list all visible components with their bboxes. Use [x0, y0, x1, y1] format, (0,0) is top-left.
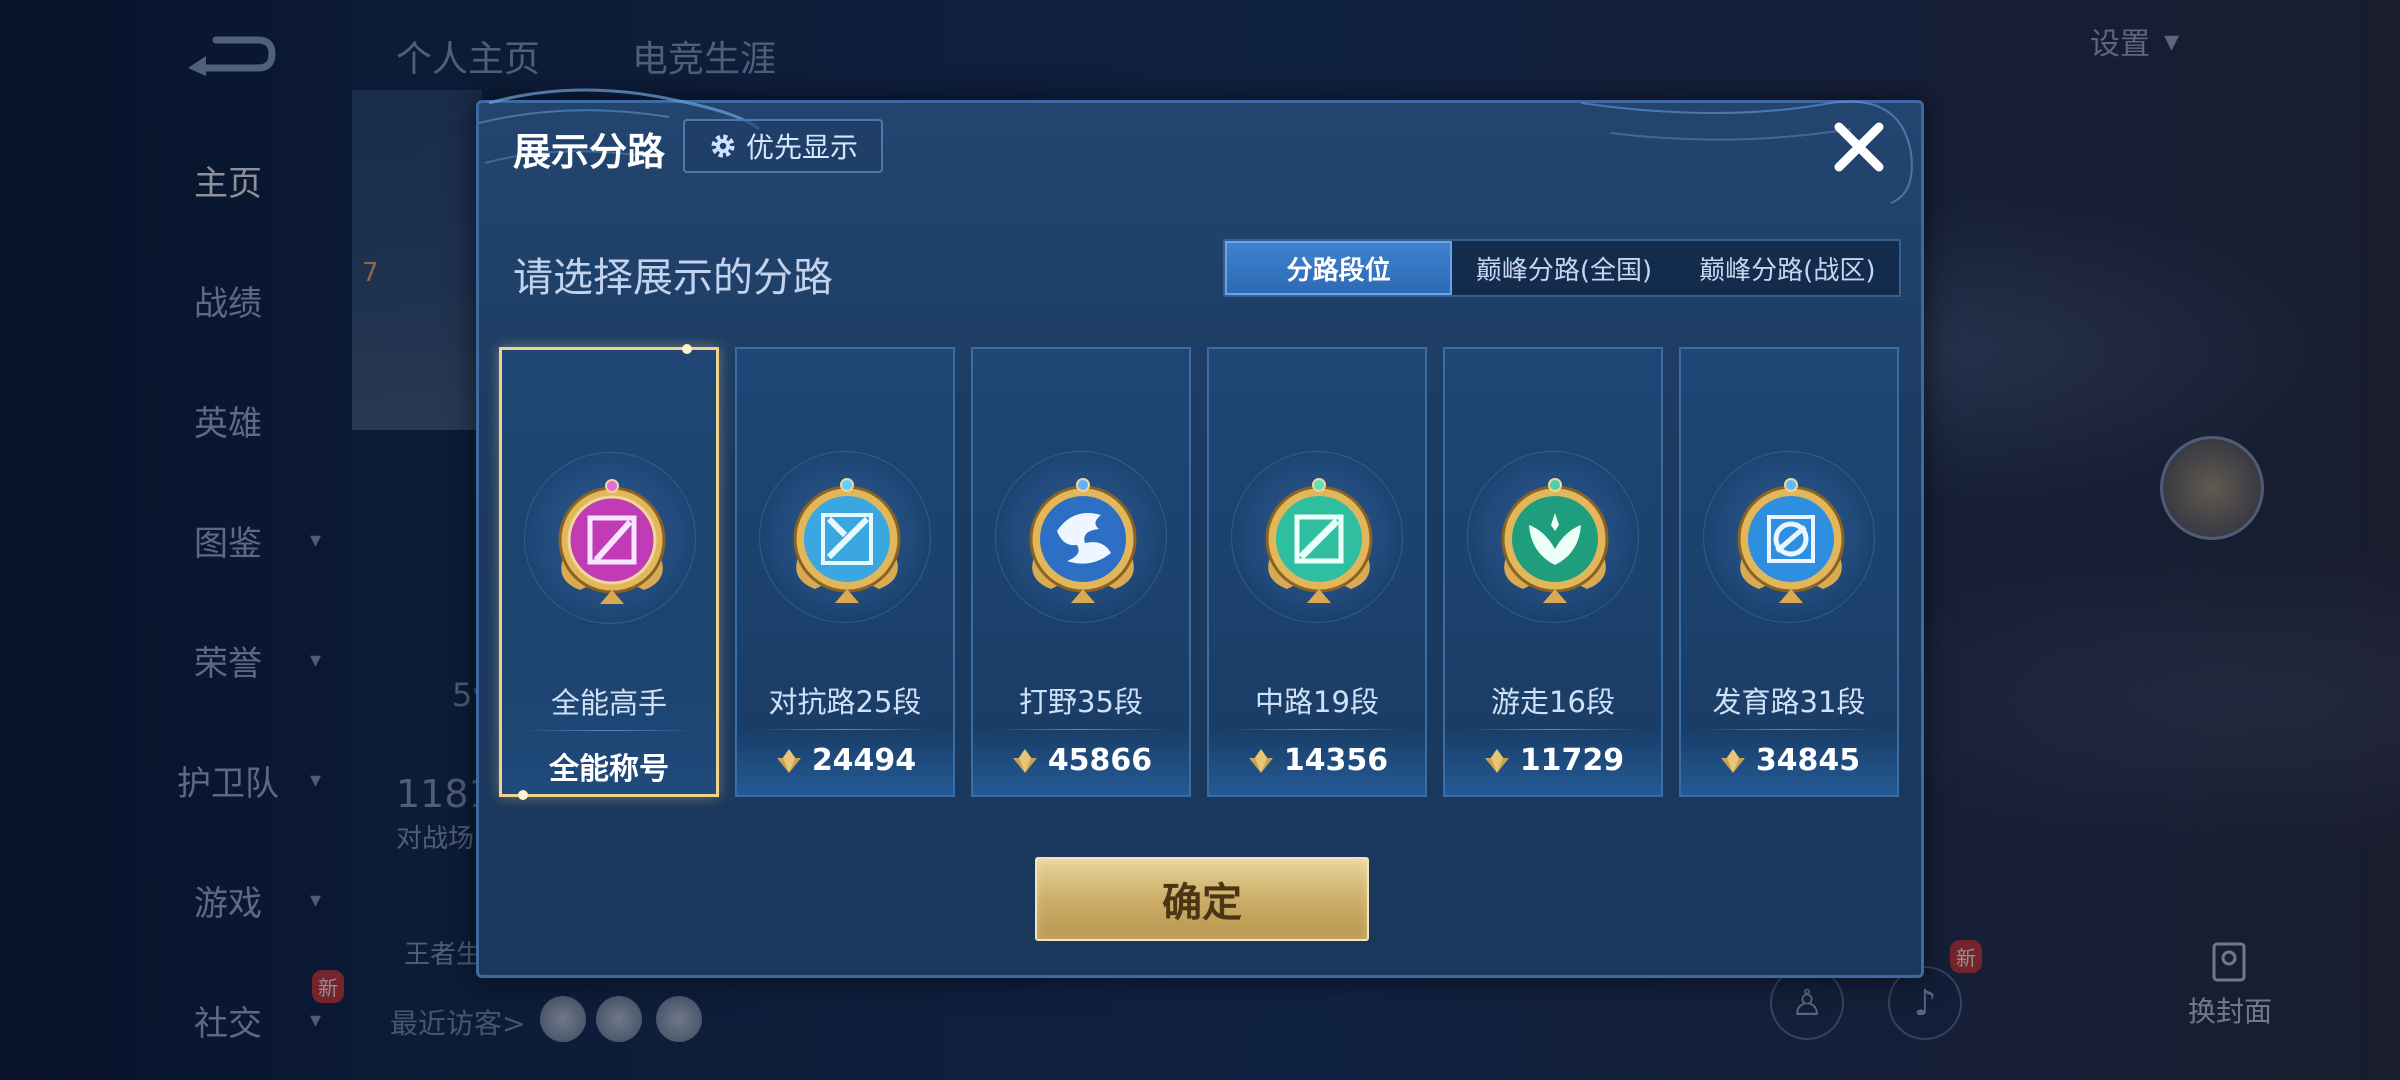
- close-icon[interactable]: [1827, 115, 1891, 179]
- lane-rank-name: 对抗路25段: [768, 685, 922, 719]
- gear-icon: [711, 134, 735, 158]
- lane-card-farm[interactable]: 发育路31段 34845: [1679, 347, 1899, 797]
- all-rounder-emblem-icon: [558, 479, 666, 604]
- selection-corner: [518, 790, 528, 800]
- lane-card-all-rounder[interactable]: 全能高手 全能称号: [499, 344, 719, 800]
- clash-lane-emblem-icon: [793, 478, 901, 603]
- divider: [757, 729, 933, 730]
- lane-score: 24494: [737, 743, 953, 778]
- peak-points-icon: [1012, 748, 1037, 773]
- lane-score: 全能称号: [549, 752, 669, 787]
- tab-peak-national[interactable]: 巅峰分路(全国): [1452, 241, 1675, 295]
- divider: [1229, 729, 1405, 730]
- lane-card-jungle[interactable]: 打野35段 45866: [971, 347, 1191, 797]
- tab-lane-rank[interactable]: 分路段位: [1225, 241, 1453, 295]
- lane-rank-name: 中路19段: [1255, 685, 1379, 719]
- confirm-button[interactable]: 确定: [1035, 857, 1369, 941]
- dialog-subtitle: 请选择展示的分路: [513, 255, 833, 301]
- lane-score: 11729: [1445, 743, 1661, 778]
- divider: [1701, 729, 1877, 730]
- lane-rank-name: 打野35段: [1019, 685, 1143, 719]
- lane-card-clash[interactable]: 对抗路25段 24494: [735, 347, 955, 797]
- lane-rank-name: 游走16段: [1491, 685, 1615, 719]
- lane-tabs: 分路段位 巅峰分路(全国) 巅峰分路(战区): [1223, 239, 1901, 297]
- peak-points-icon: [1484, 748, 1509, 773]
- mid-lane-emblem-icon: [1265, 478, 1373, 603]
- lane-score: 14356: [1209, 743, 1425, 778]
- lane-card-mid[interactable]: 中路19段 14356: [1207, 347, 1427, 797]
- priority-display-button[interactable]: 优先显示: [683, 119, 883, 173]
- lane-rank-name: 发育路31段: [1712, 685, 1866, 719]
- lane-card-list: 全能高手 全能称号 对抗路25段 24494 打野35段 45866 中路19段…: [499, 344, 1903, 800]
- farm-lane-emblem-icon: [1737, 478, 1845, 603]
- peak-points-icon: [1720, 748, 1745, 773]
- lane-rank-name: 全能高手: [550, 686, 667, 720]
- lane-display-dialog: 展示分路 优先显示 请选择展示的分路 分路段位 巅峰分路(全国) 巅峰分路(战区…: [476, 88, 1924, 978]
- selection-corner: [682, 344, 692, 354]
- roam-emblem-icon: [1501, 478, 1609, 603]
- lane-score: 45866: [973, 743, 1189, 778]
- peak-points-icon: [776, 748, 801, 773]
- divider: [993, 729, 1169, 730]
- tab-peak-region[interactable]: 巅峰分路(战区): [1676, 241, 1899, 295]
- lane-score: 34845: [1681, 743, 1897, 778]
- jungle-emblem-icon: [1029, 478, 1137, 603]
- divider: [1465, 729, 1641, 730]
- lane-card-roam[interactable]: 游走16段 11729: [1443, 347, 1663, 797]
- dialog-title: 展示分路: [513, 130, 666, 174]
- divider: [522, 730, 696, 731]
- peak-points-icon: [1248, 748, 1273, 773]
